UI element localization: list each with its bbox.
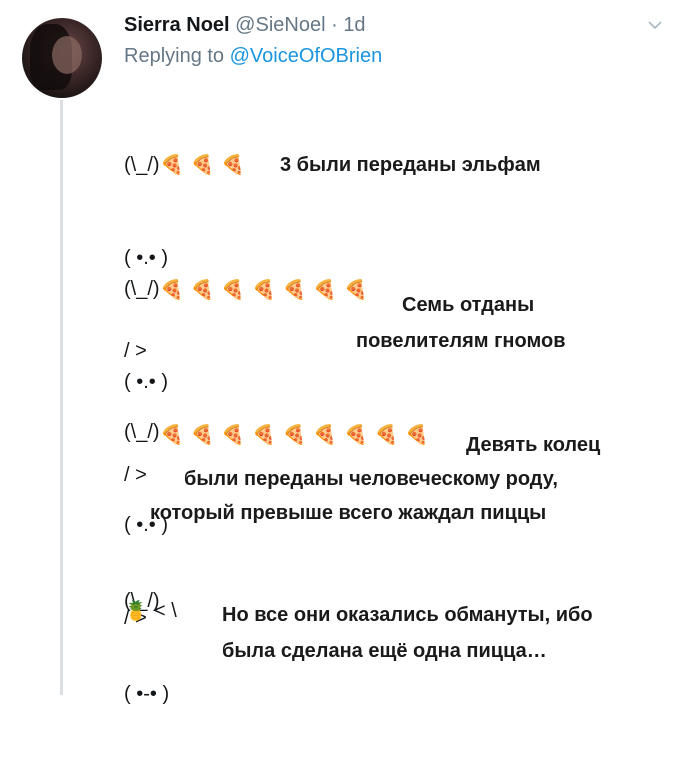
avatar[interactable]: [22, 18, 102, 98]
timestamp[interactable]: 1d: [343, 14, 365, 36]
tweet[interactable]: Sierra Noel @SieNoel · 1d Replying to @V…: [0, 0, 700, 705]
pizza-row-1: 🍕🍕🍕: [160, 155, 252, 176]
caption-1-line-1: 3 были переданы эльфам: [280, 154, 541, 176]
separator: ·: [331, 14, 338, 36]
caption-4-line-2: была сделана ещё одна пицца…: [222, 640, 547, 662]
caption-2-line-2: повелителям гномов: [356, 330, 566, 352]
caption-3-line-3: который превыше всего жаждал пиццы: [150, 502, 547, 524]
replying-mention[interactable]: @VoiceOfOBrien: [230, 45, 383, 67]
caption-3-line-1: Девять колец: [466, 434, 601, 456]
chevron-down-icon[interactable]: [648, 18, 662, 32]
replying-to: Replying to @VoiceOfOBrien: [124, 45, 382, 68]
pineapple-icon: 🍍: [124, 601, 150, 622]
tweet-header: Sierra Noel @SieNoel · 1d: [124, 14, 366, 37]
avatar-face: [52, 36, 82, 74]
replying-prefix: Replying to: [124, 45, 225, 67]
caption-3-line-2: были переданы человеческому роду,: [184, 468, 558, 490]
pizza-row-3: 🍕🍕🍕🍕🍕🍕🍕🍕🍕: [160, 425, 436, 446]
bunny-4-arms: < \: [154, 600, 177, 622]
author-handle[interactable]: @SieNoel: [235, 14, 325, 36]
bunny-4: (\_/) ( •-• ): [124, 524, 169, 772]
pizza-row-2: 🍕🍕🍕🍕🍕🍕🍕: [160, 280, 375, 301]
caption-4-line-1: Но все они оказались обмануты, ибо: [222, 604, 593, 626]
author-name[interactable]: Sierra Noel: [124, 14, 230, 36]
caption-2-line-1: Семь отданы: [402, 294, 535, 316]
thread-line: [60, 100, 63, 695]
